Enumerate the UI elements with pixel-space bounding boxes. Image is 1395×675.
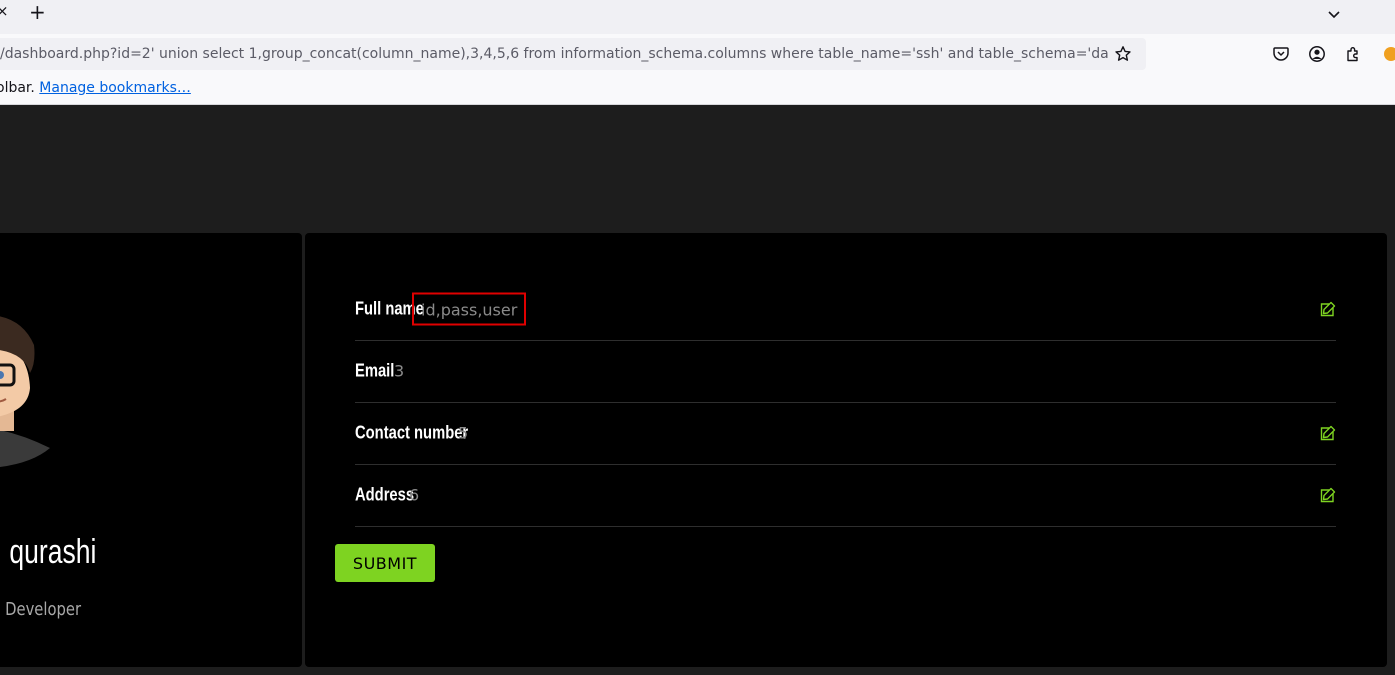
edit-icon[interactable]	[1320, 425, 1336, 441]
profile-role: Developer	[5, 599, 82, 620]
fullname-value: id,pass,user	[412, 292, 527, 326]
avatar	[0, 316, 50, 467]
email-row: Email 3	[355, 340, 1336, 403]
tab-close-icon[interactable]: ×	[0, 2, 9, 20]
account-icon[interactable]	[1308, 45, 1326, 63]
manage-bookmarks-link[interactable]: Manage bookmarks…	[39, 80, 191, 96]
contact-number-row: Contact number 5	[355, 402, 1336, 465]
email-label: Email	[355, 360, 395, 381]
address-label: Address	[355, 484, 415, 505]
star-icon[interactable]	[1114, 45, 1132, 63]
page-content: qurashi Developer Full name id,pass,user…	[0, 105, 1395, 675]
email-value: 3	[394, 361, 405, 381]
url-bar[interactable]: /dashboard.php?id=2' union select 1,grou…	[0, 38, 1146, 70]
bookmarks-toolbar-message: olbar. Manage bookmarks…	[0, 80, 191, 96]
url-text[interactable]: /dashboard.php?id=2' union select 1,grou…	[0, 38, 1108, 70]
new-tab-button[interactable]: +	[29, 0, 46, 24]
pocket-icon[interactable]	[1272, 45, 1290, 63]
contact-number-value: 5	[458, 423, 469, 443]
address-value: 6	[409, 485, 420, 505]
chevron-down-icon[interactable]	[1326, 6, 1342, 22]
tab-bar: × +	[0, 0, 1395, 34]
fullname-row: Full name id,pass,user	[355, 278, 1336, 341]
profile-name: qurashi	[9, 533, 97, 571]
navigation-bar: /dashboard.php?id=2' union select 1,grou…	[0, 34, 1395, 74]
profile-card: qurashi Developer	[0, 233, 302, 667]
bookmarks-toolbar-text: olbar.	[0, 80, 35, 96]
extensions-icon[interactable]	[1344, 45, 1362, 63]
extension-badge-icon[interactable]	[1382, 45, 1395, 63]
contact-number-label: Contact number	[355, 422, 469, 443]
profile-details-card: Full name id,pass,user Email 3 Contact n…	[305, 233, 1387, 667]
bookmarks-toolbar: olbar. Manage bookmarks…	[0, 74, 1395, 105]
edit-icon[interactable]	[1320, 301, 1336, 317]
address-row: Address 6	[355, 464, 1336, 527]
edit-icon[interactable]	[1320, 487, 1336, 503]
submit-button[interactable]: SUBMIT	[335, 544, 435, 582]
